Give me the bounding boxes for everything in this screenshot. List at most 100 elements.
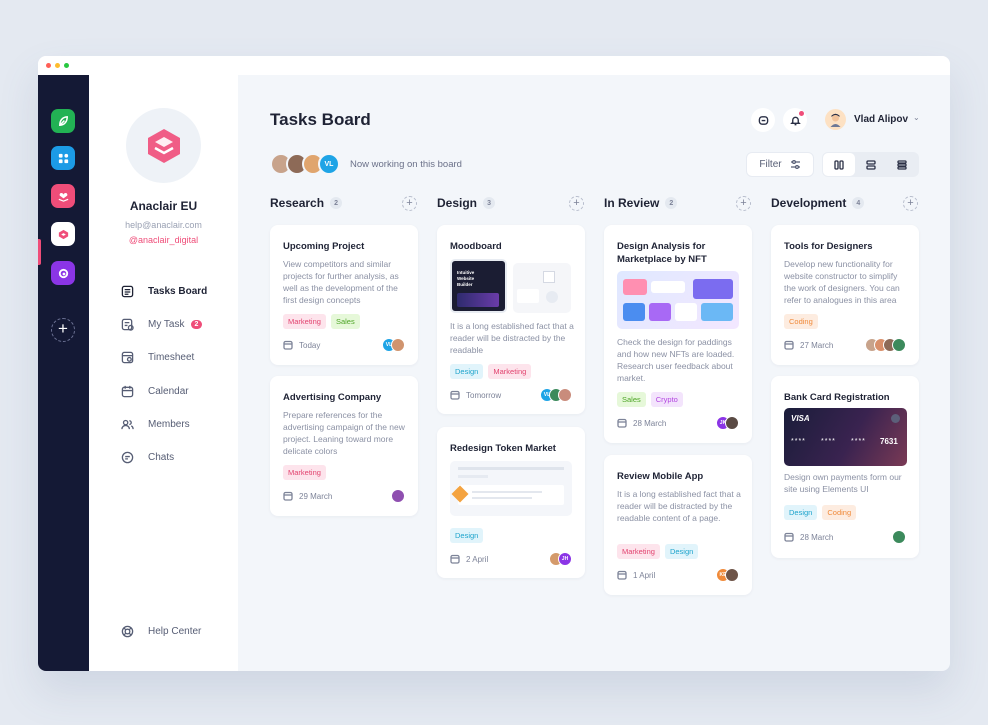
- nav-item-tasks-board[interactable]: Tasks Board: [121, 285, 207, 298]
- nav-item-timesheet[interactable]: Timesheet: [121, 351, 194, 364]
- calendar-icon: [617, 418, 627, 428]
- card-title: Tools for Designers: [784, 241, 873, 252]
- card-assignees[interactable]: [391, 489, 405, 503]
- members-icon: [121, 419, 134, 430]
- workspace-swirl-icon[interactable]: [51, 261, 75, 285]
- assignee-avatar: [391, 489, 405, 503]
- card-due-date: 27 March: [784, 340, 833, 350]
- nav-item-help-center[interactable]: Help Center: [121, 625, 201, 638]
- tag-sales[interactable]: Sales: [617, 392, 646, 407]
- column-title: In Review: [604, 196, 660, 210]
- minimize-window-dot[interactable]: [55, 63, 60, 68]
- task-card-moodboard[interactable]: Moodboard Intuitive Website Builder It i…: [437, 225, 585, 414]
- calendar-icon: [121, 385, 134, 398]
- tag-sales[interactable]: Sales: [330, 314, 360, 329]
- calendar-icon: [784, 340, 794, 350]
- card-due-date: 28 March: [617, 418, 666, 428]
- chevron-down-icon[interactable]: ⌄: [913, 113, 920, 122]
- tag-marketing[interactable]: Marketing: [488, 364, 532, 379]
- task-card-tools-for-designers[interactable]: Tools for Designers Develop new function…: [771, 225, 919, 365]
- working-status-text: Now working on this board: [350, 159, 462, 170]
- board-members-avatars[interactable]: VL: [270, 153, 340, 175]
- list-view-button[interactable]: [886, 153, 918, 176]
- nav-label: My Task: [148, 319, 185, 330]
- tag-coding[interactable]: Coding: [822, 505, 857, 520]
- card-number-group: ****: [851, 438, 866, 445]
- card-assignees[interactable]: JK: [716, 416, 739, 430]
- task-card-redesign-token-market[interactable]: Redesign Token Market Design 2 April JH: [437, 427, 585, 578]
- tag-design[interactable]: Design: [450, 364, 484, 379]
- card-assignees[interactable]: KE: [716, 568, 739, 582]
- split-view-button[interactable]: [855, 153, 887, 176]
- calendar-icon: [450, 390, 460, 400]
- card-assignees[interactable]: [865, 338, 906, 352]
- card-title: Bank Card Registration: [784, 392, 890, 403]
- tag-design[interactable]: Design: [450, 528, 484, 543]
- task-count-badge: 2: [190, 320, 203, 329]
- task-card-review-mobile-app[interactable]: Review Mobile App It is a long establish…: [604, 455, 752, 595]
- organization-handle[interactable]: @anaclair_digital: [89, 235, 238, 245]
- assignee-avatar: [725, 416, 739, 430]
- card-title: Review Mobile App: [617, 471, 704, 482]
- nav-item-calendar[interactable]: Calendar: [121, 385, 189, 398]
- nav-item-chats[interactable]: Chats: [121, 451, 174, 464]
- timesheet-icon: [121, 351, 134, 364]
- card-title: Upcoming Project: [283, 241, 365, 252]
- tag-design[interactable]: Design: [784, 505, 818, 520]
- card-due-date: 29 March: [283, 491, 332, 501]
- column-count: 2: [665, 197, 678, 209]
- task-card-design-analysis-nft[interactable]: Design Analysis for Marketplace by NFT C…: [604, 225, 752, 443]
- column-header-in-review: In Review 2: [604, 196, 678, 210]
- tag-crypto[interactable]: Crypto: [650, 392, 683, 407]
- nav-item-my-task[interactable]: My Task 2: [121, 318, 203, 331]
- messages-button[interactable]: [751, 108, 775, 132]
- close-window-dot[interactable]: [46, 63, 51, 68]
- card-description: Check the design for paddings and how ne…: [617, 337, 735, 383]
- card-chip-icon: [891, 414, 900, 423]
- tag-design[interactable]: Design: [664, 544, 699, 559]
- workspace-cube-icon[interactable]: [51, 222, 75, 246]
- columns-icon: [834, 159, 844, 170]
- card-title: Design Analysis for Marketplace by NFT: [617, 241, 707, 265]
- card-assignees[interactable]: JH: [549, 552, 572, 566]
- notification-dot: [799, 111, 804, 116]
- card-assignees[interactable]: VL: [382, 338, 405, 352]
- tag-marketing[interactable]: Marketing: [283, 314, 326, 329]
- nav-item-members[interactable]: Members: [121, 418, 190, 431]
- workspace-leaf-icon[interactable]: [51, 109, 75, 133]
- nav-label: Timesheet: [148, 352, 195, 363]
- add-card-button[interactable]: +: [736, 196, 751, 211]
- task-card-bank-card-registration[interactable]: Bank Card Registration VISA **** **** **…: [771, 376, 919, 558]
- notifications-button[interactable]: [783, 108, 807, 132]
- add-card-button[interactable]: +: [402, 196, 417, 211]
- column-header-development: Development 4: [771, 196, 865, 210]
- chat-icon: [121, 451, 134, 464]
- board-view-button[interactable]: [823, 153, 855, 176]
- user-name[interactable]: Vlad Alipov: [854, 114, 908, 125]
- add-card-button[interactable]: +: [569, 196, 584, 211]
- assignee-avatar: JH: [558, 552, 572, 566]
- column-header-design: Design 3: [437, 196, 496, 210]
- filter-button[interactable]: Filter: [746, 152, 814, 177]
- page-title: Tasks Board: [270, 110, 371, 129]
- card-description: It is a long established fact that a rea…: [617, 489, 741, 523]
- tag-marketing[interactable]: Marketing: [283, 465, 326, 480]
- nav-label: Chats: [148, 452, 175, 463]
- column-count: 2: [330, 197, 343, 209]
- tag-marketing[interactable]: Marketing: [617, 544, 660, 559]
- task-card-advertising-company[interactable]: Advertising Company Prepare references f…: [270, 376, 418, 516]
- user-avatar[interactable]: [825, 109, 846, 130]
- tag-coding[interactable]: Coding: [784, 314, 818, 329]
- add-workspace-button[interactable]: +: [51, 318, 75, 342]
- add-card-button[interactable]: +: [903, 196, 918, 211]
- visa-logo: VISA: [791, 414, 810, 423]
- card-assignees[interactable]: VL: [540, 388, 572, 402]
- task-card-upcoming-project[interactable]: Upcoming Project View competitors and si…: [270, 225, 418, 365]
- workspace-apps-icon[interactable]: [51, 146, 75, 170]
- maximize-window-dot[interactable]: [64, 63, 69, 68]
- workspace-heart-icon[interactable]: [51, 184, 75, 208]
- card-assignees[interactable]: [892, 530, 906, 544]
- due-date-text: 27 March: [800, 340, 834, 350]
- column-title: Development: [771, 196, 847, 210]
- calendar-icon: [784, 532, 794, 542]
